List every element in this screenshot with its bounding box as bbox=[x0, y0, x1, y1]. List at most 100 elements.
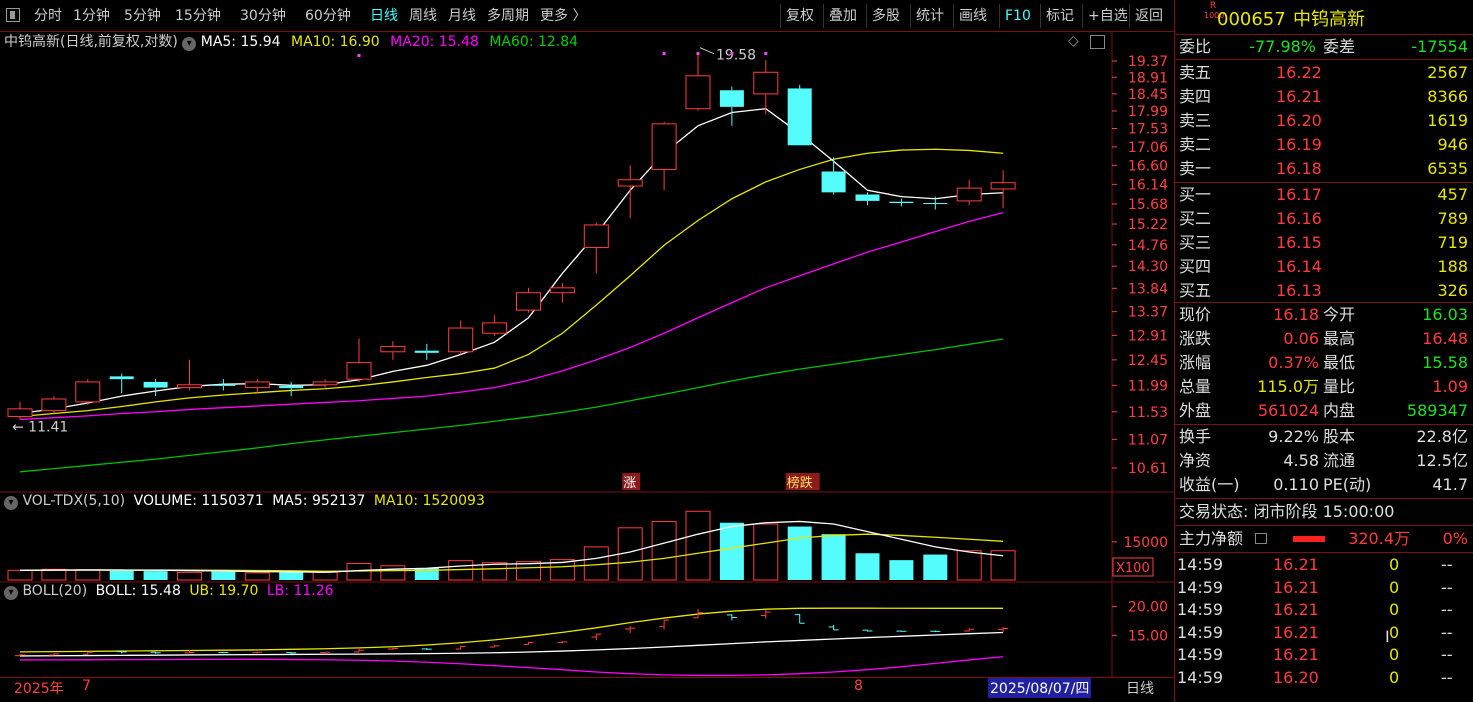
stat-label: 流通 bbox=[1323, 451, 1356, 470]
ma5-line bbox=[19, 108, 1004, 415]
quote-stat-row: 收益(一) 0.110 PE(动) 41.7 bbox=[1175, 473, 1473, 496]
tick-volume: 0 bbox=[1389, 600, 1400, 620]
ma60-legend: MA60: 12.84 bbox=[489, 34, 579, 50]
period-tab-3[interactable]: 15分钟 bbox=[175, 0, 221, 32]
volume-indicator-title: VOL-TDX(5,10) bbox=[22, 493, 126, 509]
period-label[interactable]: 日线 bbox=[1126, 678, 1154, 698]
toolbar-button-8[interactable]: 返回 bbox=[1135, 0, 1163, 32]
toolbar-button-7[interactable]: +自选 bbox=[1088, 0, 1128, 32]
period-tab-4[interactable]: 30分钟 bbox=[240, 0, 286, 32]
text-cursor-icon: I bbox=[1385, 627, 1390, 646]
tick-price: 16.21 bbox=[1273, 645, 1319, 665]
period-tab-9[interactable]: 多周期 bbox=[487, 0, 529, 32]
candle-body-up bbox=[549, 287, 575, 294]
candle-body-down bbox=[279, 385, 304, 389]
candle bbox=[617, 165, 643, 219]
tick-time: 14:59 bbox=[1177, 622, 1224, 642]
toolbar-button-2[interactable]: 多股 bbox=[872, 0, 900, 32]
price-axis-label: 12.45 bbox=[1128, 353, 1168, 369]
order-book-buy-row: 买二 16.16 789 bbox=[1175, 207, 1473, 230]
volume-ma5: MA5: 952137 bbox=[272, 493, 366, 509]
main-flow-row: 主力净额 320.4万 0% bbox=[1175, 527, 1473, 550]
date-axis: 2025年 7 8 2025/08/07/四 日线 bbox=[0, 677, 1174, 702]
ma20-legend: MA20: 15.48 bbox=[390, 34, 479, 50]
price-axis-label: 13.37 bbox=[1128, 305, 1168, 321]
order-book-buy-row: 买一 16.17 457 bbox=[1175, 183, 1473, 206]
period-tab-6[interactable]: 日线 bbox=[370, 0, 398, 32]
toolbar-button-5[interactable]: F10 bbox=[1005, 0, 1031, 32]
price-axis-label: 19.37 bbox=[1128, 54, 1168, 70]
period-tab-10[interactable]: 更多 〉 bbox=[540, 0, 586, 32]
order-volume: 789 bbox=[1437, 209, 1468, 228]
toolbar-separator bbox=[866, 4, 867, 28]
toolbar-separator bbox=[823, 4, 824, 28]
toolbar-button-6[interactable]: 标记 bbox=[1046, 0, 1074, 32]
high-price-label: 19.58 bbox=[716, 48, 756, 64]
panel-toggle-icon[interactable] bbox=[6, 8, 20, 22]
quote-stat-row: 外盘 561024 内盘 589347 bbox=[1175, 399, 1473, 422]
toolbar-button-1[interactable]: 叠加 bbox=[829, 0, 857, 32]
stat-value: 16.48 bbox=[1422, 329, 1468, 348]
stat-label: 最低 bbox=[1323, 353, 1356, 372]
quote-stat-row: 总量 115.0万 量比 1.09 bbox=[1175, 375, 1473, 398]
price-axis-label: 14.76 bbox=[1128, 238, 1168, 254]
chevron-down-icon[interactable]: ▾ bbox=[182, 37, 197, 51]
order-book-buy-row: 买五 16.13 326 bbox=[1175, 279, 1473, 302]
price-axis-label: 18.45 bbox=[1128, 87, 1168, 103]
window-toggle-icon[interactable] bbox=[1090, 35, 1105, 49]
candle bbox=[279, 381, 304, 397]
chevron-down-icon[interactable]: ▾ bbox=[4, 586, 18, 600]
tick-row: 14:59 16.21 0 -- bbox=[1175, 621, 1473, 644]
order-book-sell-row: 卖五 16.22 2567 bbox=[1175, 61, 1473, 84]
diamond-icon[interactable]: ◇ bbox=[1068, 33, 1079, 49]
weibi-value: -77.98% bbox=[1249, 37, 1316, 56]
boll-lb: LB: 11.26 bbox=[266, 583, 334, 599]
boll-axis-label: 20.00 bbox=[1128, 600, 1168, 616]
toolbar-separator bbox=[1040, 4, 1041, 28]
month-label-8: 8 bbox=[854, 678, 863, 694]
period-tab-5[interactable]: 60分钟 bbox=[305, 0, 351, 32]
toolbar-button-4[interactable]: 画线 bbox=[959, 0, 987, 32]
period-tab-2[interactable]: 5分钟 bbox=[124, 0, 161, 32]
candle-body-down bbox=[211, 384, 236, 386]
order-price: 16.22 bbox=[1276, 63, 1322, 82]
candle-body-down bbox=[821, 171, 846, 193]
stat-value: 589347 bbox=[1406, 401, 1468, 420]
toolbar-separator bbox=[999, 4, 1000, 28]
volume-bar-down bbox=[855, 553, 880, 580]
toolbar-button-3[interactable]: 统计 bbox=[916, 0, 944, 32]
stat-label: 涨跌 bbox=[1179, 329, 1212, 348]
order-level-label: 卖五 bbox=[1179, 63, 1212, 82]
stat-label: 量比 bbox=[1323, 377, 1356, 396]
tick-time: 14:59 bbox=[1177, 645, 1224, 665]
price-axis-label: 15.22 bbox=[1128, 217, 1168, 233]
event-tag-bang: 榜跌 bbox=[785, 473, 820, 491]
stat-value: 41.7 bbox=[1432, 475, 1468, 494]
stat-value: 0.06 bbox=[1283, 329, 1319, 348]
period-tab-0[interactable]: 分时 bbox=[34, 0, 62, 32]
volume-bar-up bbox=[685, 510, 711, 581]
candle-body-up bbox=[583, 224, 609, 249]
price-axis-label: 14.30 bbox=[1128, 259, 1168, 275]
candle-body-up bbox=[7, 408, 33, 417]
volume-bar-up bbox=[41, 568, 67, 581]
stat-value: 16.18 bbox=[1273, 305, 1319, 324]
toolbar-button-0[interactable]: 复权 bbox=[786, 0, 814, 32]
chevron-down-icon[interactable]: ▾ bbox=[4, 496, 18, 510]
volume-axis-label: 15000 bbox=[1123, 535, 1168, 551]
period-tab-7[interactable]: 周线 bbox=[409, 0, 437, 32]
price-axis-label: 17.53 bbox=[1128, 121, 1168, 137]
price-axis-label: 17.06 bbox=[1128, 140, 1168, 156]
tick-volume: 0 bbox=[1389, 645, 1400, 665]
period-tab-1[interactable]: 1分钟 bbox=[73, 0, 110, 32]
period-tab-8[interactable]: 月线 bbox=[448, 0, 476, 32]
candle bbox=[549, 282, 575, 303]
kline-chart-area: 19.3718.9118.4517.9917.53 17.06 16.60 16.14… bbox=[0, 32, 1174, 677]
quote-stat-row: 涨跌 0.06 最高 16.48 bbox=[1175, 327, 1473, 350]
stat-label: 现价 bbox=[1179, 305, 1212, 324]
list-icon[interactable] bbox=[1255, 533, 1267, 544]
candle bbox=[685, 53, 711, 111]
order-level-label: 卖三 bbox=[1179, 111, 1212, 130]
stock-header: R 1000 000657 中钨高新 bbox=[1175, 1, 1473, 34]
volume-bar-down bbox=[211, 571, 236, 580]
